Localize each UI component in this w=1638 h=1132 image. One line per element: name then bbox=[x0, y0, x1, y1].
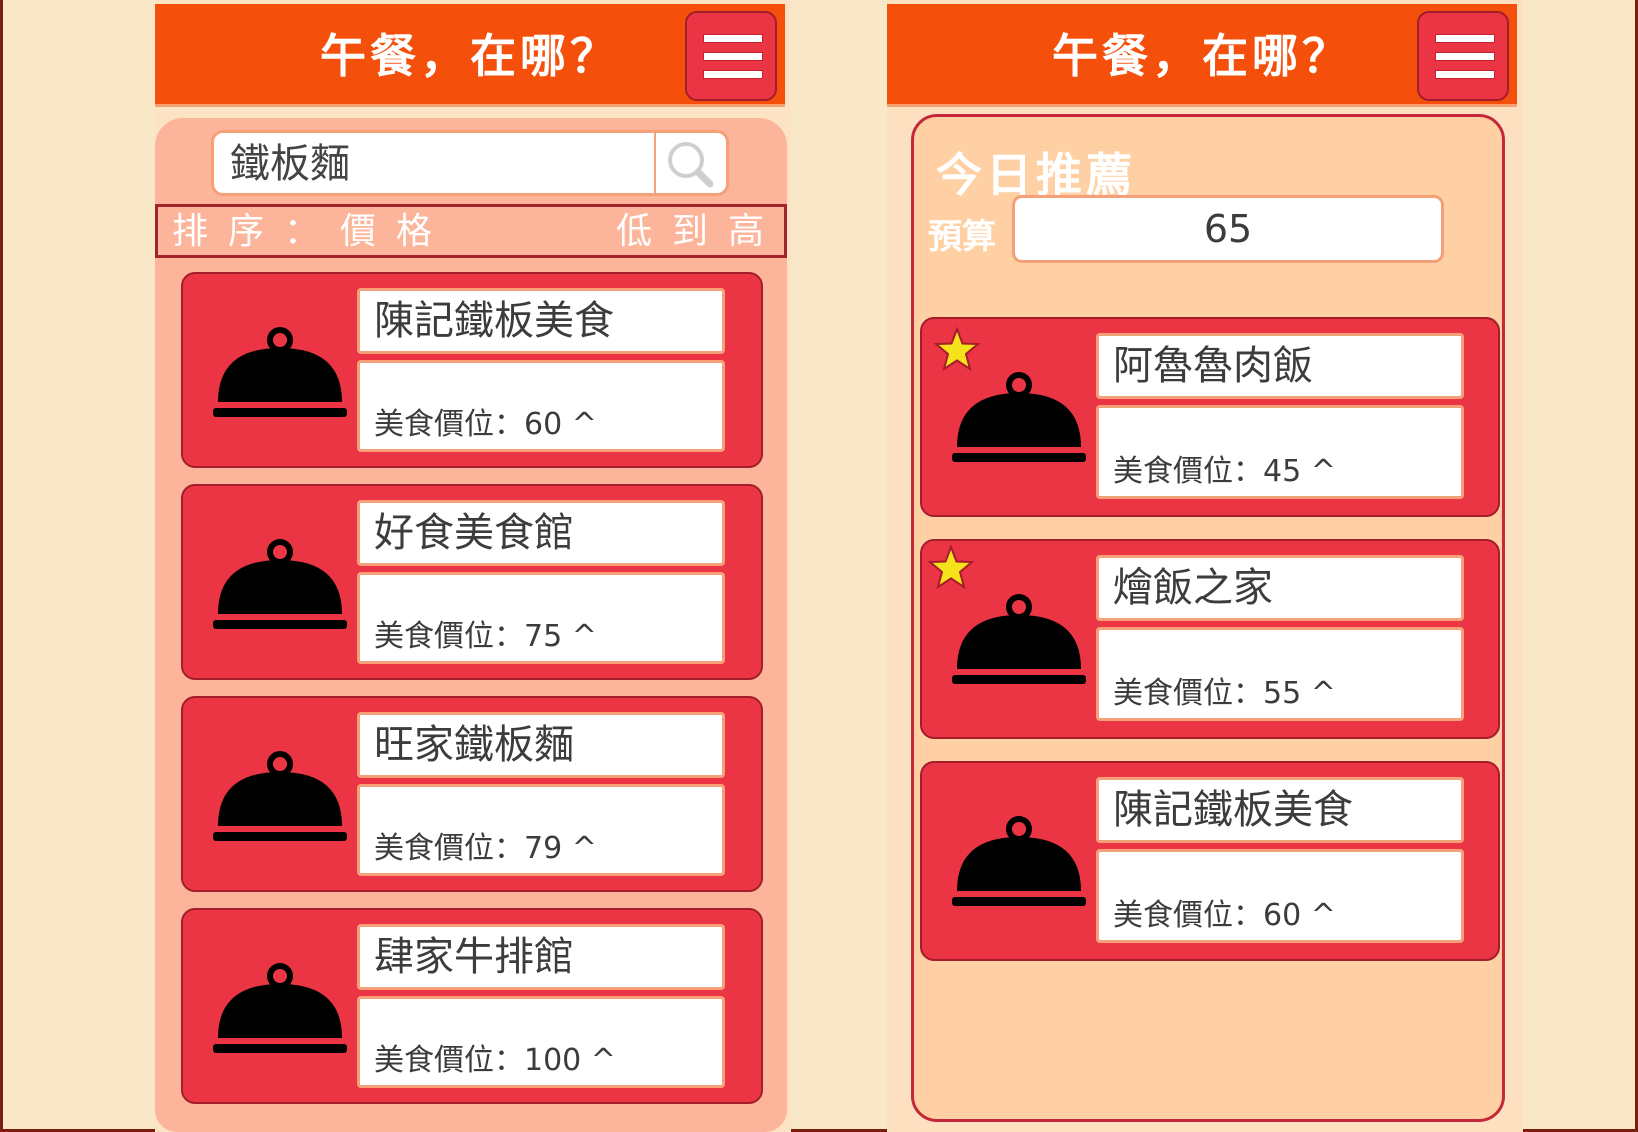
recommend-screen: 午餐，在哪？ 今日推薦 預算 65 阿魯魯肉飯 美食價位：45 ^ 燴飯之家 美… bbox=[887, 0, 1523, 1132]
restaurant-card[interactable]: 旺家鐵板麵 美食價位：79 ^ bbox=[181, 696, 763, 892]
frame-left-border bbox=[0, 0, 3, 1132]
cloche-icon bbox=[213, 963, 347, 1053]
restaurant-name: 燴飯之家 bbox=[1096, 555, 1464, 621]
menu-line-icon bbox=[1435, 70, 1495, 79]
restaurant-card[interactable]: 陳記鐵板美食 美食價位：60 ^ bbox=[181, 272, 763, 468]
cloche-icon bbox=[952, 816, 1086, 906]
restaurant-price-box: 美食價位：100 ^ bbox=[357, 996, 725, 1088]
restaurant-name: 肆家牛排館 bbox=[357, 924, 725, 990]
restaurant-name: 陳記鐵板美食 bbox=[1096, 777, 1464, 843]
restaurant-card[interactable]: 燴飯之家 美食價位：55 ^ bbox=[920, 539, 1500, 739]
budget-input[interactable]: 65 bbox=[1012, 195, 1444, 263]
cloche-icon bbox=[213, 751, 347, 841]
hamburger-menu-button[interactable] bbox=[685, 11, 777, 101]
restaurant-name: 阿魯魯肉飯 bbox=[1096, 333, 1464, 399]
search-icon bbox=[668, 142, 714, 188]
recommend-panel: 今日推薦 預算 65 阿魯魯肉飯 美食價位：45 ^ 燴飯之家 美食價位：55 … bbox=[911, 114, 1505, 1122]
restaurant-price-box: 美食價位：79 ^ bbox=[357, 784, 725, 876]
search-button[interactable] bbox=[654, 133, 726, 193]
cloche-icon bbox=[952, 372, 1086, 462]
app-header: 午餐，在哪？ bbox=[887, 4, 1517, 107]
restaurant-price-box: 美食價位：55 ^ bbox=[1096, 627, 1464, 721]
restaurant-name: 陳記鐵板美食 bbox=[357, 288, 725, 354]
search-query-text[interactable]: 鐵板麵 bbox=[230, 133, 350, 195]
search-screen: 午餐，在哪？ 鐵板麵 排序：價格 低到高 陳記鐵板美食 美食價位：60 ^ 好食… bbox=[155, 0, 791, 1132]
restaurant-card[interactable]: 陳記鐵板美食 美食價位：60 ^ bbox=[920, 761, 1500, 961]
restaurant-name: 旺家鐵板麵 bbox=[357, 712, 725, 778]
restaurant-price: 美食價位：75 ^ bbox=[374, 619, 597, 654]
menu-line-icon bbox=[703, 52, 763, 61]
menu-line-icon bbox=[703, 34, 763, 43]
restaurant-card[interactable]: 肆家牛排館 美食價位：100 ^ bbox=[181, 908, 763, 1104]
restaurant-price: 美食價位：79 ^ bbox=[374, 831, 597, 866]
restaurant-price-box: 美食價位：60 ^ bbox=[1096, 849, 1464, 943]
restaurant-card[interactable]: 好食美食館 美食價位：75 ^ bbox=[181, 484, 763, 680]
budget-label: 預算 bbox=[928, 217, 996, 257]
cloche-icon bbox=[952, 594, 1086, 684]
restaurant-price: 美食價位：100 ^ bbox=[374, 1043, 616, 1078]
menu-line-icon bbox=[703, 70, 763, 79]
sort-order-value[interactable]: 低到高 bbox=[616, 207, 784, 257]
star-icon bbox=[934, 327, 980, 372]
sort-selector[interactable]: 排序：價格 低到高 bbox=[155, 204, 787, 258]
restaurant-price-box: 美食價位：45 ^ bbox=[1096, 405, 1464, 499]
restaurant-price-box: 美食價位：60 ^ bbox=[357, 360, 725, 452]
hamburger-menu-button[interactable] bbox=[1417, 11, 1509, 101]
app-header: 午餐，在哪？ bbox=[155, 4, 785, 107]
star-icon bbox=[928, 545, 974, 590]
cloche-icon bbox=[213, 327, 347, 417]
restaurant-price: 美食價位：55 ^ bbox=[1113, 676, 1336, 711]
restaurant-price: 美食價位：60 ^ bbox=[374, 407, 597, 442]
restaurant-price-box: 美食價位：75 ^ bbox=[357, 572, 725, 664]
sort-label: 排序：價格 bbox=[172, 211, 453, 252]
restaurant-name: 好食美食館 bbox=[357, 500, 725, 566]
restaurant-card[interactable]: 阿魯魯肉飯 美食價位：45 ^ bbox=[920, 317, 1500, 517]
search-results-panel: 鐵板麵 排序：價格 低到高 陳記鐵板美食 美食價位：60 ^ 好食美食館 美食價… bbox=[155, 118, 787, 1132]
menu-line-icon bbox=[1435, 52, 1495, 61]
cloche-icon bbox=[213, 539, 347, 629]
restaurant-price: 美食價位：45 ^ bbox=[1113, 454, 1336, 489]
restaurant-price: 美食價位：60 ^ bbox=[1113, 898, 1336, 933]
menu-line-icon bbox=[1435, 34, 1495, 43]
search-input[interactable]: 鐵板麵 bbox=[211, 130, 729, 196]
